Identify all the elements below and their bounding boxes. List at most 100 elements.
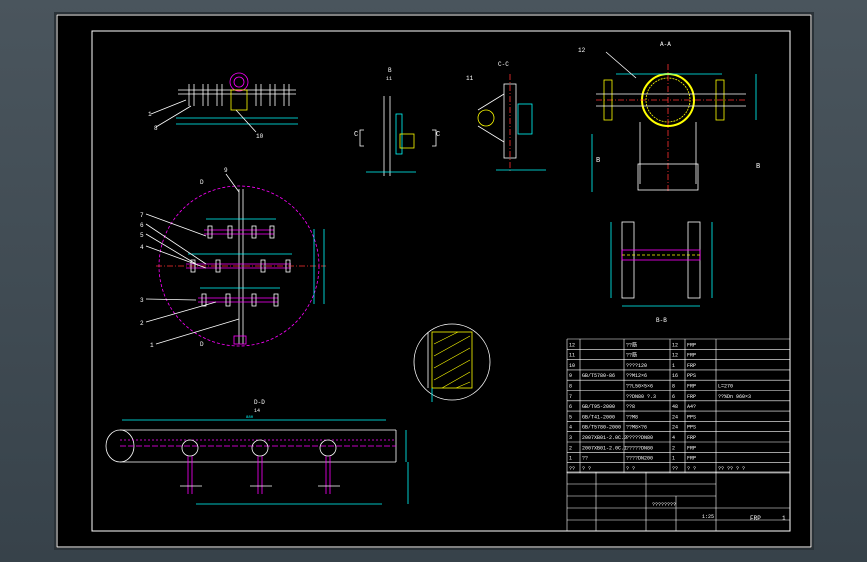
- bom-cell-mat: FRP: [687, 456, 696, 462]
- section-aa-title: A-A: [660, 41, 671, 48]
- cad-viewport: 1 8 10 9 7 6 5 4 3 2 1 D D B 11 C C C-C …: [0, 0, 867, 562]
- bom-cell-no: 7: [569, 394, 572, 400]
- view-d-label-bottom: D: [200, 341, 204, 348]
- view-b-left: B: [596, 157, 600, 165]
- view-b-right: B: [756, 163, 760, 171]
- bom-cell-code: 2007XB01-2.0C.3: [582, 435, 627, 441]
- side-view-c-scale-num: B: [388, 67, 392, 74]
- bom-cell-mat: FRP: [687, 363, 696, 369]
- section-dd-title: D-D: [254, 399, 265, 406]
- bom-cell-mat: FRP: [687, 384, 696, 390]
- section-c-right: C: [436, 131, 440, 139]
- bom-cell-name: ????DN200: [626, 456, 653, 462]
- bom-cell-code: GB/T95-2000: [582, 404, 615, 410]
- bom-cell-no: 6: [569, 404, 572, 410]
- bom-cell-qty: 12: [672, 353, 678, 359]
- bom-cell-qty: 2: [672, 445, 675, 451]
- bom-cell-mat: A4?: [687, 404, 696, 410]
- section-cc-view: [477, 74, 546, 172]
- section-cc-title: C-C: [498, 61, 509, 68]
- drawing-sheet[interactable]: 1 8 10 9 7 6 5 4 3 2 1 D D B 11 C C C-C …: [54, 12, 814, 550]
- bom-cell-no: 3: [569, 435, 572, 441]
- balloon-5: 5: [140, 232, 144, 239]
- drawing-canvas: 1 8 10 9 7 6 5 4 3 2 1 D D B 11 C C C-C …: [56, 14, 812, 548]
- balloon-1: 1: [150, 342, 154, 349]
- bom-cell-no: 4: [569, 425, 572, 431]
- bom-cell-name: ??M8: [626, 414, 638, 420]
- side-view-c: [359, 96, 437, 176]
- bom-cell-name: ??8: [626, 404, 635, 410]
- bom-cell-no: 1: [569, 456, 572, 462]
- bom-cell-qty: 48: [672, 404, 678, 410]
- detail-circle-view: [413, 323, 491, 402]
- top-elevation-view: [150, 72, 298, 133]
- side-view-c-scale: 11: [386, 76, 392, 82]
- dim-880: 880: [246, 416, 254, 420]
- balloon-11: 11: [466, 75, 474, 82]
- balloon-9: 9: [224, 167, 228, 174]
- bom-cell-code: ? ?: [582, 466, 591, 472]
- bom-cell-note: ??%Dn 960×3: [718, 394, 751, 400]
- bom-cell-no: 10: [569, 363, 575, 369]
- balloon-8: 8: [154, 125, 158, 132]
- bom-cell-note: L=270: [718, 384, 733, 390]
- bom-cell-note: ?? ?? ? ?: [718, 466, 745, 472]
- bom-cell-qty: 16: [672, 373, 678, 379]
- bom-cell-name: ??M12×6: [626, 373, 647, 379]
- balloon-10: 10: [256, 133, 264, 140]
- balloon-3: 3: [140, 297, 144, 304]
- view-d-label-top: D: [200, 179, 204, 186]
- bom-cell-qty: 6: [672, 394, 675, 400]
- bom-cell-qty: 8: [672, 384, 675, 390]
- bom-cell-no: 2: [569, 445, 572, 451]
- bom-cell-code: ??: [582, 456, 588, 462]
- bom-cell-qty: 24: [672, 414, 678, 420]
- plan-view: [145, 173, 326, 347]
- bom-cell-no: 11: [569, 353, 575, 359]
- bom-cell-no: 12: [569, 342, 575, 348]
- bom-cell-qty: 1: [672, 363, 675, 369]
- section-bb-view: [610, 221, 713, 307]
- bom-cell-name: ?????DN80: [626, 435, 653, 441]
- title-block-material: FRP: [750, 515, 761, 522]
- bom-cell-mat: FRP: [687, 435, 696, 441]
- bom-cell-no: ??: [569, 466, 575, 472]
- bom-cell-code: GB/T5780-86: [582, 373, 615, 379]
- balloon-6: 6: [140, 222, 144, 229]
- bom-cell-qty: 24: [672, 425, 678, 431]
- bom-cell-name: ??M8×?6: [626, 425, 647, 431]
- bom-cell-code: GB/T5780-2000: [582, 425, 621, 431]
- section-c-left: C: [354, 131, 358, 139]
- bom-cell-mat: FRP: [687, 394, 696, 400]
- balloon-4: 4: [140, 244, 144, 251]
- bom-cell-name: ?????DN80: [626, 445, 653, 451]
- bom-cell-mat: PPS: [687, 414, 696, 420]
- bom-cell-name: ??DN80 ?.3: [626, 394, 656, 400]
- balloon-7: 7: [140, 212, 144, 219]
- bom-cell-code: 2007XB01-2.0C.1: [582, 445, 627, 451]
- title-block-sheet: 1: [782, 515, 786, 522]
- section-bb-title: B-B: [656, 317, 667, 324]
- bom-cell-mat: PPS: [687, 373, 696, 379]
- bom-cell-code: GB/T41-2000: [582, 414, 615, 420]
- balloon-12: 12: [578, 47, 586, 54]
- balloon-1-top: 1: [148, 111, 152, 118]
- title-block-tag: ????????: [652, 502, 676, 508]
- outer-frame: [56, 14, 812, 548]
- bom-cell-qty: 1: [672, 456, 675, 462]
- bom-cell-mat: FRP: [687, 342, 696, 348]
- balloon-2: 2: [140, 320, 144, 327]
- section-dd-scale: 14: [254, 408, 260, 414]
- bom-cell-mat: FRP: [687, 445, 696, 451]
- bom-cell-no: 8: [569, 384, 572, 390]
- bom-cell-no: 5: [569, 414, 572, 420]
- title-block: [566, 471, 791, 532]
- bom-cell-qty: 12: [672, 342, 678, 348]
- bom-cell-mat: FRP: [687, 353, 696, 359]
- bom-cell-name: ? ?: [626, 466, 635, 472]
- bom-cell-no: 9: [569, 373, 572, 379]
- bom-cell-name: ????120: [626, 363, 647, 369]
- bom-cell-name: ??筋: [626, 352, 637, 359]
- bom-cell-qty: 4: [672, 435, 675, 441]
- bom-cell-name: ??L50×5×6: [626, 384, 653, 390]
